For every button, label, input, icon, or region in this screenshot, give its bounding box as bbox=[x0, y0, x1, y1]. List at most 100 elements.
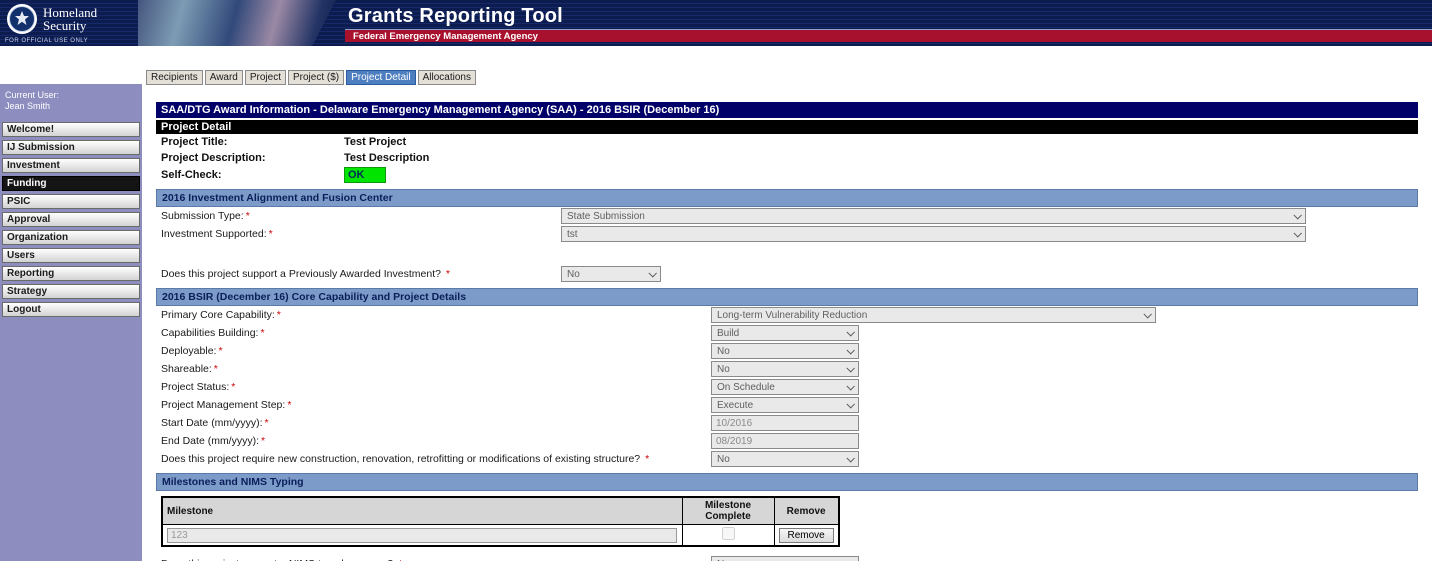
milestone-complete-checkbox[interactable] bbox=[722, 527, 735, 540]
nims-select[interactable]: No bbox=[711, 556, 859, 561]
required-asterisk: * bbox=[277, 309, 281, 321]
required-asterisk: * bbox=[287, 399, 291, 411]
project-description-label: Project Description: bbox=[161, 152, 344, 164]
remove-cell: Remove bbox=[774, 525, 839, 547]
page-layout: Current User: Jean Smith Welcome! IJ Sub… bbox=[0, 46, 1432, 561]
chevron-down-icon bbox=[846, 364, 854, 372]
required-asterisk: * bbox=[261, 435, 265, 447]
main-column: Recipients Award Project Project ($) Pro… bbox=[142, 46, 1432, 561]
project-status-label: Project Status:* bbox=[161, 381, 711, 393]
required-asterisk: * bbox=[269, 228, 273, 240]
app-subtitle: Federal Emergency Management Agency bbox=[353, 31, 538, 42]
tab-award[interactable]: Award bbox=[205, 70, 243, 85]
project-management-step-value: Execute bbox=[717, 400, 753, 411]
previously-awarded-select[interactable]: No bbox=[561, 266, 661, 282]
primary-core-capability-row: Primary Core Capability:* Long-term Vuln… bbox=[156, 306, 1418, 324]
remove-column-header: Remove bbox=[774, 497, 839, 525]
previously-awarded-row: Does this project support a Previously A… bbox=[156, 265, 1418, 283]
tab-project[interactable]: Project bbox=[245, 70, 286, 85]
start-date-input[interactable] bbox=[711, 415, 859, 431]
investment-supported-row: Investment Supported:* tst bbox=[156, 225, 1418, 243]
dhs-logo: Homeland Security bbox=[6, 3, 115, 35]
deployable-row: Deployable:* No bbox=[156, 342, 1418, 360]
new-construction-label: Does this project require new constructi… bbox=[161, 453, 711, 465]
sidebar-item-approval[interactable]: Approval bbox=[2, 212, 140, 227]
deployable-label-text: Deployable: bbox=[161, 345, 216, 357]
previously-awarded-label-text: Does this project support a Previously A… bbox=[161, 268, 444, 280]
self-check-label: Self-Check: bbox=[161, 169, 344, 181]
tab-project-dollars[interactable]: Project ($) bbox=[288, 70, 344, 85]
milestones-table-header-row: Milestone Milestone Complete Remove bbox=[162, 497, 839, 525]
self-check-status-badge: OK bbox=[344, 167, 386, 183]
classification-label: FOR OFFICIAL USE ONLY bbox=[5, 38, 88, 44]
start-date-row: Start Date (mm/yyyy):* bbox=[156, 414, 1418, 432]
sidebar-item-welcome[interactable]: Welcome! bbox=[2, 122, 140, 137]
project-management-step-select[interactable]: Execute bbox=[711, 397, 859, 413]
project-detail-header: Project Detail bbox=[156, 120, 1418, 134]
sidebar-item-strategy[interactable]: Strategy bbox=[2, 284, 140, 299]
capabilities-building-select[interactable]: Build bbox=[711, 325, 859, 341]
end-date-label-text: End Date (mm/yyyy): bbox=[161, 435, 259, 447]
chevron-down-icon bbox=[1293, 211, 1301, 219]
sidebar-item-reporting[interactable]: Reporting bbox=[2, 266, 140, 281]
remove-milestone-button[interactable]: Remove bbox=[779, 528, 834, 543]
sidebar-item-funding[interactable]: Funding bbox=[2, 176, 140, 191]
deployable-label: Deployable:* bbox=[161, 345, 711, 357]
required-asterisk: * bbox=[218, 345, 222, 357]
previously-awarded-value: No bbox=[567, 269, 580, 280]
sidebar-column: Current User: Jean Smith Welcome! IJ Sub… bbox=[0, 46, 142, 561]
new-construction-row: Does this project require new constructi… bbox=[156, 450, 1418, 468]
milestone-column-header: Milestone bbox=[162, 497, 682, 525]
submission-type-value: State Submission bbox=[567, 211, 645, 222]
current-user-name: Jean Smith bbox=[5, 101, 140, 112]
chevron-down-icon bbox=[846, 346, 854, 354]
sidebar-item-ij-submission[interactable]: IJ Submission bbox=[2, 140, 140, 155]
app-title: Grants Reporting Tool bbox=[348, 5, 563, 28]
nims-row: Does this project support a NIMS typed r… bbox=[156, 555, 1418, 561]
sidebar-item-investment[interactable]: Investment bbox=[2, 158, 140, 173]
core-section-header: 2016 BSIR (December 16) Core Capability … bbox=[156, 288, 1418, 306]
previously-awarded-label: Does this project support a Previously A… bbox=[161, 268, 561, 280]
sidebar-item-users[interactable]: Users bbox=[2, 248, 140, 263]
current-user-label: Current User: bbox=[5, 90, 140, 101]
investment-supported-select[interactable]: tst bbox=[561, 226, 1306, 242]
project-status-select[interactable]: On Schedule bbox=[711, 379, 859, 395]
submission-type-label-text: Submission Type: bbox=[161, 210, 244, 222]
shareable-select[interactable]: No bbox=[711, 361, 859, 377]
fema-red-stripe: Federal Emergency Management Agency bbox=[345, 29, 1432, 42]
sidebar-spacer bbox=[0, 46, 142, 84]
tab-recipients[interactable]: Recipients bbox=[146, 70, 203, 85]
investment-supported-value: tst bbox=[567, 229, 578, 240]
end-date-input[interactable] bbox=[711, 433, 859, 449]
deployable-value: No bbox=[717, 346, 730, 357]
required-asterisk: * bbox=[214, 363, 218, 375]
tab-allocations[interactable]: Allocations bbox=[418, 70, 476, 85]
chevron-down-icon bbox=[846, 454, 854, 462]
end-date-row: End Date (mm/yyyy):* bbox=[156, 432, 1418, 450]
sidebar-item-logout[interactable]: Logout bbox=[2, 302, 140, 317]
milestone-cell bbox=[162, 525, 682, 547]
project-status-value: On Schedule bbox=[717, 382, 775, 393]
chevron-down-icon bbox=[648, 269, 656, 277]
milestone-row: Remove bbox=[162, 525, 839, 547]
required-asterisk: * bbox=[231, 381, 235, 393]
sidebar-item-psic[interactable]: PSIC bbox=[2, 194, 140, 209]
investment-supported-label-text: Investment Supported: bbox=[161, 228, 267, 240]
tab-project-detail[interactable]: Project Detail bbox=[346, 70, 415, 85]
new-construction-select[interactable]: No bbox=[711, 451, 859, 467]
new-construction-label-text: Does this project require new constructi… bbox=[161, 453, 643, 465]
milestones-section-header: Milestones and NIMS Typing bbox=[156, 473, 1418, 491]
current-user: Current User: Jean Smith bbox=[5, 90, 140, 112]
chevron-down-icon bbox=[1293, 229, 1301, 237]
deployable-select[interactable]: No bbox=[711, 343, 859, 359]
project-management-step-label: Project Management Step:* bbox=[161, 399, 711, 411]
primary-core-capability-select[interactable]: Long-term Vulnerability Reduction bbox=[711, 307, 1156, 323]
submission-type-select[interactable]: State Submission bbox=[561, 208, 1306, 224]
chevron-down-icon bbox=[846, 328, 854, 336]
project-management-step-row: Project Management Step:* Execute bbox=[156, 396, 1418, 414]
project-title-label: Project Title: bbox=[161, 136, 344, 148]
new-construction-value: No bbox=[717, 454, 730, 465]
milestone-input[interactable] bbox=[167, 528, 677, 543]
sidebar-item-organization[interactable]: Organization bbox=[2, 230, 140, 245]
shareable-value: No bbox=[717, 364, 730, 375]
